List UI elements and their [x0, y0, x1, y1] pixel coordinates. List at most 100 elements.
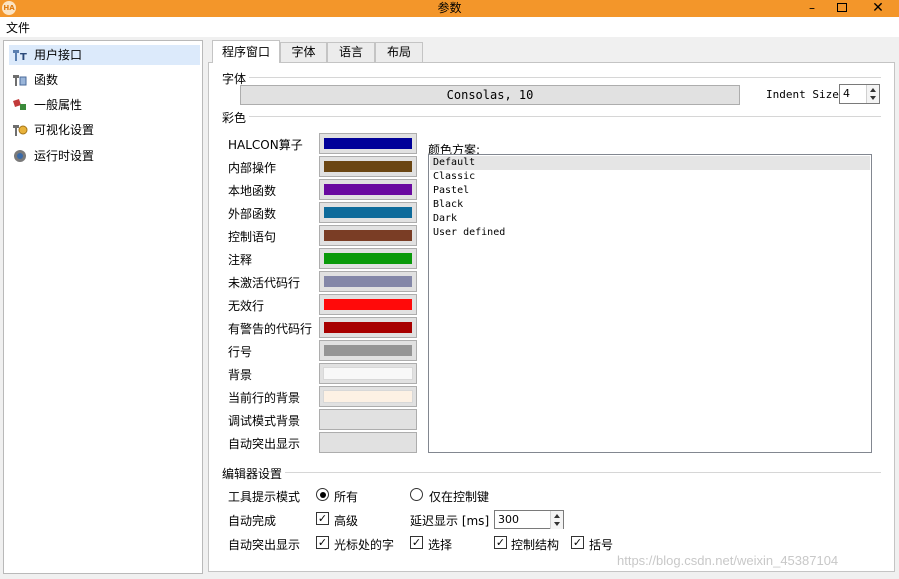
svg-text:T: T	[20, 52, 27, 62]
color-label: 未激活代码行	[228, 276, 301, 290]
color-swatch-button[interactable]	[319, 363, 417, 384]
close-button[interactable]: ✕	[857, 0, 899, 17]
tab-language[interactable]: 语言	[327, 42, 375, 62]
tree-item-ui[interactable]: T 用户接口	[9, 45, 200, 65]
menu-bar	[0, 17, 899, 37]
tab-layout[interactable]: 布局	[375, 42, 423, 62]
indent-size-spinbox[interactable]: 4	[839, 84, 880, 104]
color-label: HALCON算子	[228, 138, 303, 152]
color-swatch	[324, 276, 412, 287]
advanced-checkbox[interactable]: ✓	[316, 512, 329, 525]
scheme-item-dark[interactable]: Dark	[430, 212, 870, 226]
tooltip-mode-label: 工具提示模式	[228, 490, 301, 504]
spin-down-icon[interactable]	[870, 96, 876, 100]
font-group-line	[222, 77, 881, 78]
color-group-title: 彩色	[222, 109, 250, 126]
scheme-list[interactable]: Default Classic Pastel Black Dark User d…	[428, 154, 872, 453]
maximize-button[interactable]	[827, 0, 857, 17]
tab-font[interactable]: 字体	[280, 42, 327, 62]
spin-down-icon[interactable]	[554, 522, 560, 526]
brackets-label: 括号	[589, 538, 614, 552]
indent-size-label: Indent Size	[766, 88, 839, 101]
scheme-item-default[interactable]: Default	[430, 156, 870, 170]
ui-tool-icon: T	[13, 50, 27, 62]
scheme-item-pastel[interactable]: Pastel	[430, 184, 870, 198]
color-label: 内部操作	[228, 161, 277, 175]
window-title: 参数	[437, 1, 462, 15]
color-label: 背景	[228, 368, 253, 382]
color-swatch	[324, 161, 412, 172]
maximize-icon	[837, 3, 847, 12]
color-swatch-button[interactable]	[319, 294, 417, 315]
color-swatch-button[interactable]	[319, 317, 417, 338]
selection-checkbox[interactable]: ✓	[410, 536, 423, 549]
tree-item-label: 运行时设置	[34, 149, 95, 163]
color-label: 无效行	[228, 299, 265, 313]
brackets-checkbox[interactable]: ✓	[571, 536, 584, 549]
tree-item-visualization[interactable]: 可视化设置	[9, 120, 200, 140]
color-label: 外部函数	[228, 207, 277, 221]
settings-tree: T 用户接口 函数 一般属性 可视化设置 运行时设置	[3, 40, 203, 574]
color-swatch-button[interactable]	[319, 271, 417, 292]
minimize-button[interactable]: –	[797, 0, 827, 17]
tree-item-functions[interactable]: 函数	[9, 70, 200, 90]
tooltip-all-label: 所有	[334, 490, 359, 504]
control-structure-label: 控制结构	[511, 538, 560, 552]
menu-file[interactable]: 文件	[6, 19, 30, 36]
visualization-icon	[13, 125, 28, 136]
control-structure-checkbox[interactable]: ✓	[494, 536, 507, 549]
function-icon	[13, 75, 27, 86]
color-label: 调试模式背景	[228, 414, 301, 428]
tooltip-all-radio[interactable]	[316, 488, 329, 501]
color-label: 自动突出显示	[228, 437, 301, 451]
color-label: 当前行的背景	[228, 391, 301, 405]
scheme-item-classic[interactable]: Classic	[430, 170, 870, 184]
color-swatch	[323, 367, 413, 380]
general-props-icon	[13, 99, 26, 110]
color-swatch	[324, 299, 412, 310]
color-swatch-button[interactable]	[319, 386, 417, 407]
tooltip-ctrl-label: 仅在控制键	[429, 490, 490, 504]
runtime-icon	[14, 150, 26, 162]
tree-item-runtime[interactable]: 运行时设置	[9, 146, 200, 166]
color-swatch-button[interactable]	[319, 179, 417, 200]
spin-up-icon[interactable]	[870, 88, 876, 92]
color-swatch-button[interactable]	[319, 202, 417, 223]
color-swatch-button[interactable]	[319, 156, 417, 177]
color-swatch-button[interactable]	[319, 340, 417, 361]
color-label: 注释	[228, 253, 253, 267]
color-label: 控制语句	[228, 230, 277, 244]
delay-value: 300	[498, 513, 519, 526]
color-swatch-button[interactable]	[319, 409, 417, 430]
tree-item-label: 一般属性	[34, 98, 83, 112]
color-swatch-button[interactable]	[319, 248, 417, 269]
font-select-button[interactable]: Consolas, 10	[240, 85, 740, 105]
delay-spinbox[interactable]: 300	[494, 510, 564, 529]
at-cursor-checkbox[interactable]: ✓	[316, 536, 329, 549]
watermark: https://blog.csdn.net/weixin_45387104	[617, 553, 839, 568]
editor-group-title: 编辑器设置	[222, 465, 286, 482]
tab-program-window[interactable]: 程序窗口	[212, 40, 280, 63]
autocomplete-label: 自动完成	[228, 514, 277, 528]
color-swatch	[324, 207, 412, 218]
color-swatch	[324, 345, 412, 356]
color-swatch-button[interactable]	[319, 225, 417, 246]
color-swatch	[324, 138, 412, 149]
color-label: 有警告的代码行	[228, 322, 313, 336]
color-group-line	[222, 116, 881, 117]
selection-label: 选择	[428, 538, 453, 552]
color-swatch	[324, 230, 412, 241]
tooltip-ctrl-radio[interactable]	[410, 488, 423, 501]
spin-arrows[interactable]	[866, 85, 879, 103]
scheme-item-black[interactable]: Black	[430, 198, 870, 212]
scheme-item-user-defined[interactable]: User defined	[430, 226, 870, 240]
color-swatch-button[interactable]	[319, 133, 417, 154]
color-swatch-button[interactable]	[319, 432, 417, 453]
spin-arrows[interactable]	[550, 511, 563, 529]
advanced-label: 高级	[334, 514, 359, 528]
autohighlight-label: 自动突出显示	[228, 538, 301, 552]
editor-group-line	[222, 472, 881, 473]
spin-up-icon[interactable]	[554, 514, 560, 518]
delay-label: 延迟显示 [ms]	[410, 514, 490, 528]
tree-item-general[interactable]: 一般属性	[9, 95, 200, 115]
